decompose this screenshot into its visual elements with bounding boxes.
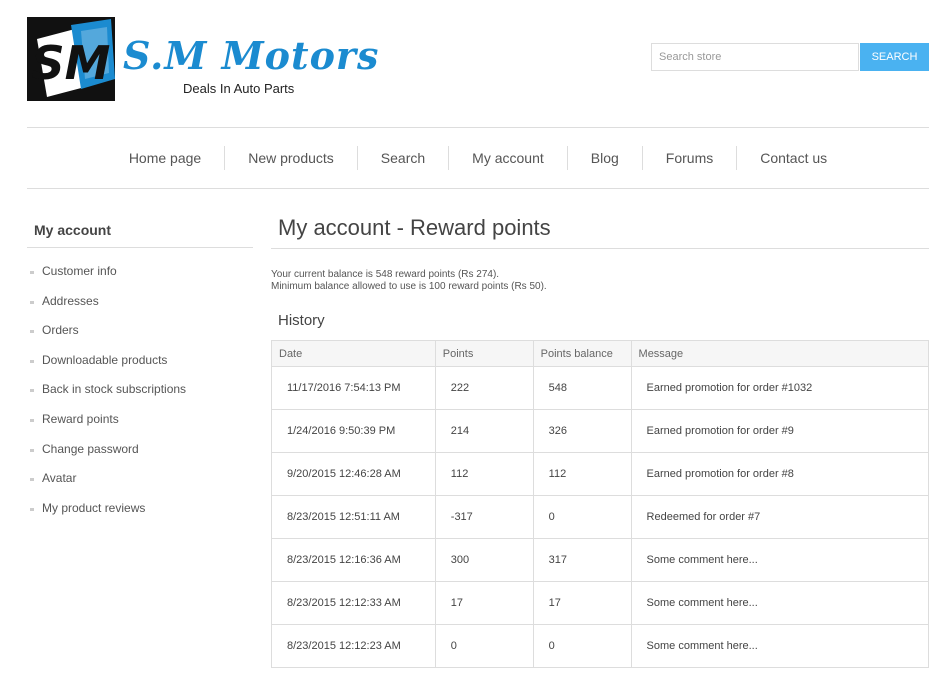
cell-message: Some comment here... xyxy=(630,581,930,625)
cell-points-balance: 0 xyxy=(532,495,632,539)
nav-my-account[interactable]: My account xyxy=(448,146,567,170)
cell-date: 8/23/2015 12:12:23 AM xyxy=(271,624,436,668)
sidebar-list: Customer info Addresses Orders Downloada… xyxy=(27,248,253,523)
history-table: Date Points Points balance Message 11/17… xyxy=(271,340,930,668)
nav-new-products[interactable]: New products xyxy=(224,146,357,170)
cell-date: 8/23/2015 12:16:36 AM xyxy=(271,538,436,582)
sidebar-item-orders[interactable]: Orders xyxy=(27,316,253,346)
search-input[interactable] xyxy=(651,43,859,71)
column-header-points-balance: Points balance xyxy=(532,340,632,367)
brand-name: S.M Motors xyxy=(123,33,380,78)
main-content: My account - Reward points Your current … xyxy=(271,210,930,668)
cell-points-balance: 17 xyxy=(532,581,632,625)
site-logo[interactable]: SM S.M Motors Deals In Auto Parts xyxy=(27,17,378,102)
nav-home-page[interactable]: Home page xyxy=(106,146,224,170)
cell-message: Redeemed for order #7 xyxy=(630,495,930,539)
cell-message: Some comment here... xyxy=(630,538,930,582)
balance-info: Your current balance is 548 reward point… xyxy=(271,269,929,293)
cell-message: Earned promotion for order #1032 xyxy=(630,366,930,410)
cell-message: Some comment here... xyxy=(630,624,930,668)
cell-points: -317 xyxy=(434,495,534,539)
brand-tagline: Deals In Auto Parts xyxy=(183,81,295,96)
column-header-message: Message xyxy=(630,340,930,367)
cell-points: 112 xyxy=(434,452,534,496)
cell-date: 8/23/2015 12:51:11 AM xyxy=(271,495,436,539)
cell-date: 8/23/2015 12:12:33 AM xyxy=(271,581,436,625)
nav-blog[interactable]: Blog xyxy=(566,146,642,170)
top-nav: Home page New products Search My account… xyxy=(27,127,929,189)
table-row: 8/23/2015 12:16:36 AM 300 317 Some comme… xyxy=(271,538,930,582)
table-header-row: Date Points Points balance Message xyxy=(271,340,930,367)
sidebar-item-reward-points[interactable]: Reward points xyxy=(27,405,253,435)
sidebar-item-addresses[interactable]: Addresses xyxy=(27,287,253,317)
cell-points-balance: 112 xyxy=(532,452,632,496)
logo-initials: SM xyxy=(32,36,111,90)
table-row: 1/24/2016 9:50:39 PM 214 326 Earned prom… xyxy=(271,409,930,453)
cell-date: 9/20/2015 12:46:28 AM xyxy=(271,452,436,496)
column-header-points: Points xyxy=(434,340,534,367)
balance-current: Your current balance is 548 reward point… xyxy=(271,269,500,280)
cell-points: 0 xyxy=(434,624,534,668)
cell-points: 214 xyxy=(434,409,534,453)
table-row: 9/20/2015 12:46:28 AM 112 112 Earned pro… xyxy=(271,452,930,496)
cell-points: 222 xyxy=(434,366,534,410)
sidebar-item-change-password[interactable]: Change password xyxy=(27,435,253,465)
nav-search[interactable]: Search xyxy=(356,146,448,170)
sidebar-item-customer-info[interactable]: Customer info xyxy=(27,257,253,287)
column-header-date: Date xyxy=(271,340,436,367)
search-button[interactable]: SEARCH xyxy=(860,43,929,71)
account-sidebar: My account Customer info Addresses Order… xyxy=(27,213,253,523)
table-row: 11/17/2016 7:54:13 PM 222 548 Earned pro… xyxy=(271,366,930,410)
cell-points-balance: 548 xyxy=(532,366,632,410)
table-row: 8/23/2015 12:51:11 AM -317 0 Redeemed fo… xyxy=(271,495,930,539)
sidebar-item-downloadable-products[interactable]: Downloadable products xyxy=(27,346,253,376)
cell-points-balance: 0 xyxy=(532,624,632,668)
cell-points-balance: 326 xyxy=(532,409,632,453)
balance-minimum: Minimum balance allowed to use is 100 re… xyxy=(271,281,547,292)
cell-message: Earned promotion for order #9 xyxy=(630,409,930,453)
cell-date: 11/17/2016 7:54:13 PM xyxy=(271,366,436,410)
sidebar-title: My account xyxy=(27,213,253,248)
cell-points-balance: 317 xyxy=(532,538,632,582)
sm-logo-icon: SM xyxy=(27,17,115,101)
sidebar-item-back-in-stock[interactable]: Back in stock subscriptions xyxy=(27,375,253,405)
table-row: 8/23/2015 12:12:23 AM 0 0 Some comment h… xyxy=(271,624,930,668)
cell-points: 17 xyxy=(434,581,534,625)
cell-points: 300 xyxy=(434,538,534,582)
table-row: 8/23/2015 12:12:33 AM 17 17 Some comment… xyxy=(271,581,930,625)
sidebar-item-product-reviews[interactable]: My product reviews xyxy=(27,494,253,524)
page-title: My account - Reward points xyxy=(271,210,929,249)
nav-contact-us[interactable]: Contact us xyxy=(736,146,850,170)
cell-message: Earned promotion for order #8 xyxy=(630,452,930,496)
cell-date: 1/24/2016 9:50:39 PM xyxy=(271,409,436,453)
sidebar-item-avatar[interactable]: Avatar xyxy=(27,464,253,494)
nav-forums[interactable]: Forums xyxy=(641,146,736,170)
history-title: History xyxy=(278,312,325,329)
